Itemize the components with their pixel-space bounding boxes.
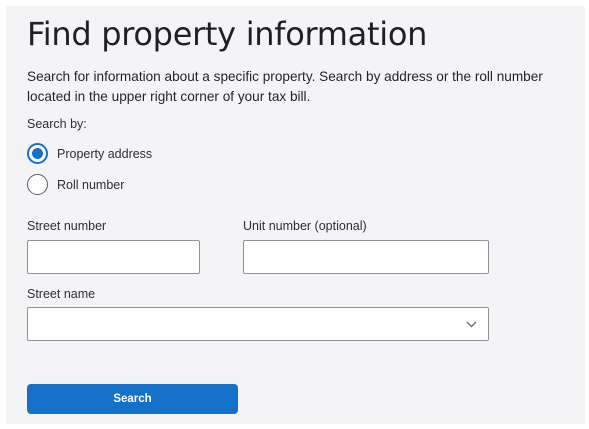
street-name-select[interactable] [27, 307, 489, 341]
radio-property-address[interactable]: Property address [27, 143, 152, 164]
search-by-label: Search by: [27, 117, 87, 131]
radio-roll-number[interactable]: Roll number [27, 174, 124, 195]
street-number-label: Street number [27, 219, 107, 233]
chevron-down-icon[interactable] [464, 319, 478, 329]
unit-number-label: Unit number (optional) [243, 219, 367, 233]
radio-button-unselected-icon[interactable] [27, 174, 48, 195]
radio-roll-number-label[interactable]: Roll number [57, 178, 124, 192]
radio-dot-icon [32, 148, 43, 159]
page-title: Find property information [27, 15, 428, 53]
property-search-panel: Find property information Search for inf… [6, 6, 585, 424]
radio-property-address-label[interactable]: Property address [57, 147, 152, 161]
street-name-label: Street name [27, 287, 96, 301]
radio-button-selected-icon[interactable] [27, 143, 48, 164]
unit-number-input[interactable] [243, 240, 489, 274]
search-button[interactable]: Search [27, 384, 238, 414]
street-number-input[interactable] [27, 240, 200, 274]
page-description: Search for information about a specific … [27, 69, 543, 104]
